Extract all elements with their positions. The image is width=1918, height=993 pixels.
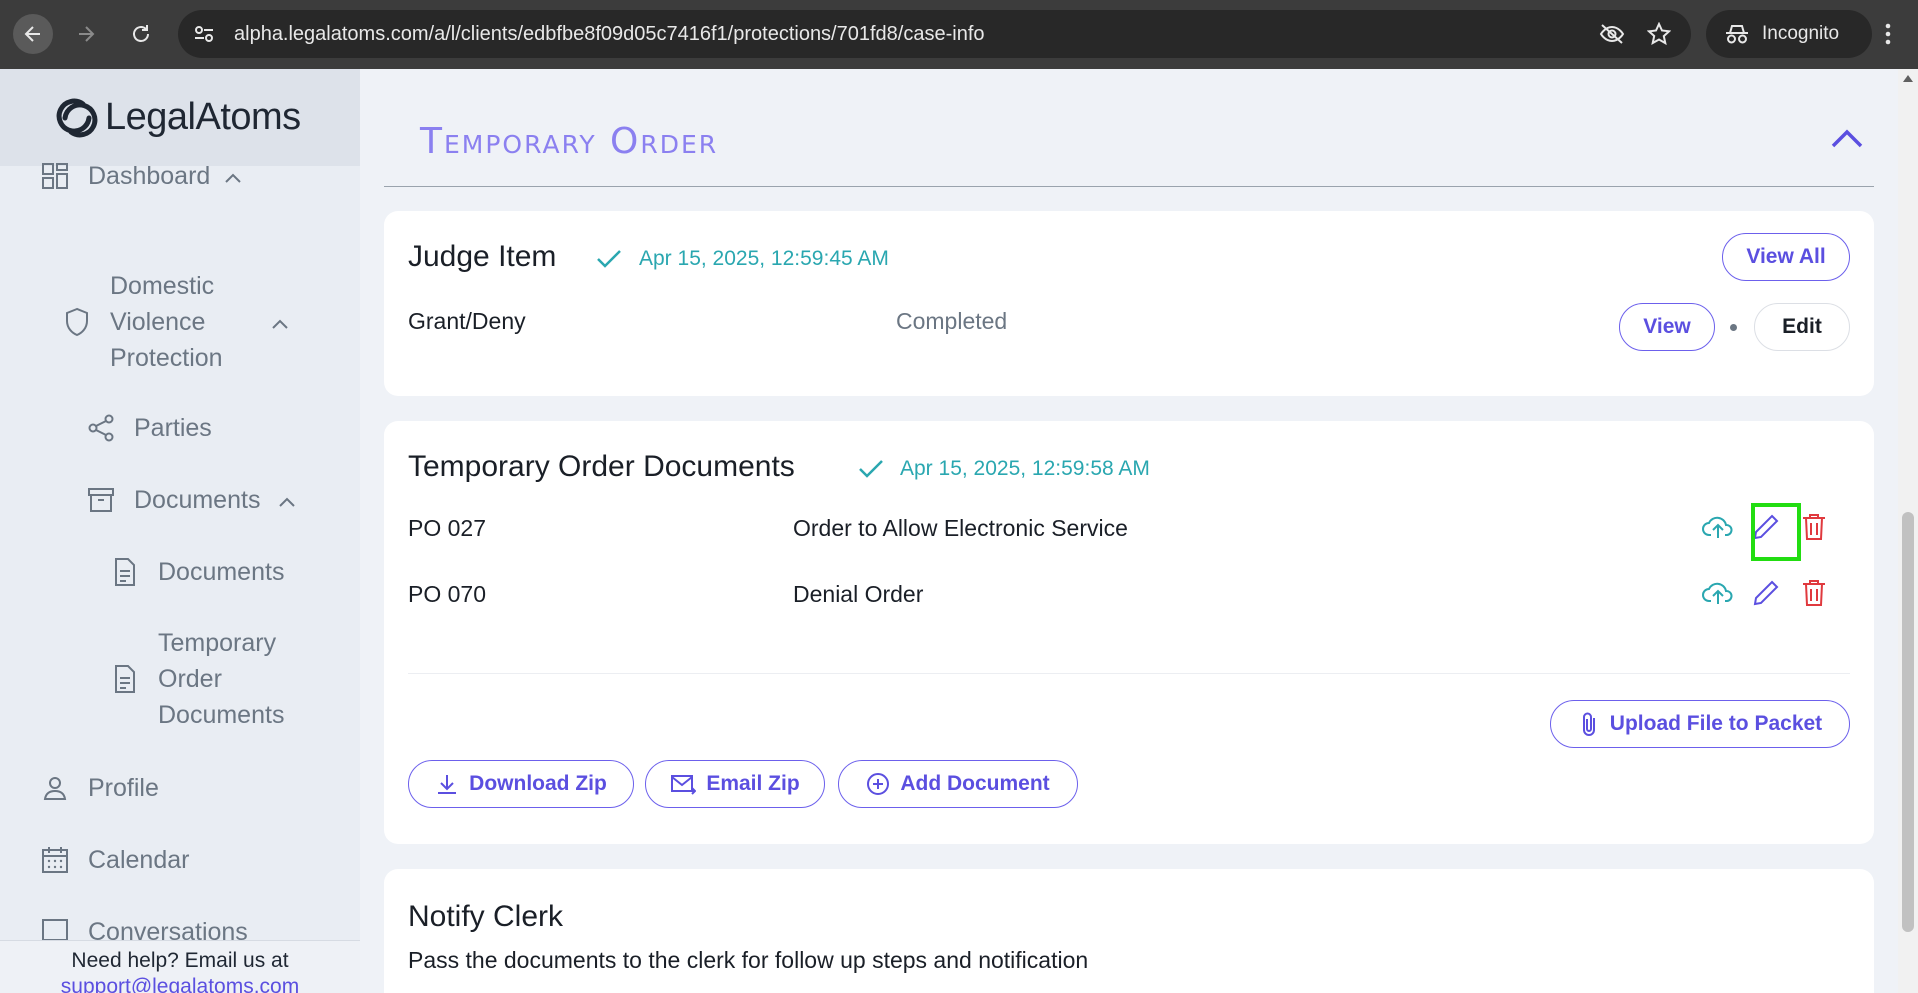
download-icon [438,775,457,794]
sidebar-item-label: Parties [134,413,212,442]
judge-item-timestamp: Apr 15, 2025, 12:59:45 AM [639,247,889,270]
sidebar-item-domestic-violence-protection[interactable]: Domestic Violence Protection [62,268,289,376]
sidebar-item-label: Domestic Violence Protection [110,272,223,372]
shield-icon [62,307,92,337]
back-button[interactable] [13,14,53,54]
chevron-up-icon[interactable] [278,486,296,515]
reload-icon [133,25,149,42]
scrollbar[interactable] [1898,69,1918,993]
upload-file-to-packet-button[interactable]: Upload File to Packet [1550,700,1850,748]
logo[interactable]: LegalAtoms [0,69,360,166]
legalatoms-logo-icon [56,98,98,137]
sidebar-item-profile[interactable]: Profile [40,773,159,803]
browser-menu-button[interactable] [1876,14,1900,54]
eye-off-icon[interactable] [1599,23,1625,50]
section-collapse-button[interactable] [1830,127,1864,154]
view-button[interactable]: View [1619,303,1715,351]
section-divider [384,186,1874,187]
document-name[interactable]: Order to Allow Electronic Service [793,515,1128,542]
temporary-order-documents-card: Temporary Order Documents Apr 15, 2025, … [384,421,1874,844]
document-name[interactable]: Denial Order [793,581,923,608]
incognito-label: Incognito [1762,23,1840,44]
sidebar-item-label: Documents [134,485,261,514]
more-vertical-icon [1885,23,1891,45]
star-icon[interactable] [1646,21,1672,51]
plus-circle-icon [867,773,890,795]
notify-clerk-description: Pass the documents to the clerk for foll… [408,947,1089,973]
sidebar-item-label: Documents [158,557,285,586]
calendar-icon [40,845,70,875]
archive-icon [86,485,116,515]
email-zip-button[interactable]: Email Zip [645,760,825,808]
arrow-left-icon [24,26,40,42]
help-text: Need help? Email us at [71,949,289,972]
cloud-upload-icon[interactable] [1702,577,1734,609]
grid-icon [40,161,70,191]
sidebar-item-label: Dashboard [88,161,211,190]
arrow-right-icon [79,26,95,42]
logo-text: LegalAtoms [105,96,301,138]
temporary-order-documents-title: Temporary Order Documents [408,450,795,483]
sidebar-item-label: Calendar [88,845,190,874]
sidebar-item-calendar[interactable]: Calendar [40,845,189,875]
divider [408,673,1850,674]
forward-button[interactable] [66,14,106,54]
notify-clerk-card: Notify Clerk Pass the documents to the c… [384,869,1874,993]
user-icon [40,773,70,803]
sidebar-item-dashboard[interactable]: Dashboard [40,161,242,191]
support-email-link[interactable]: support@legalatoms.com [0,975,360,993]
check-icon [597,250,621,268]
trash-icon[interactable] [1798,511,1830,543]
cloud-upload-icon[interactable] [1702,511,1734,543]
sidebar-item-documents-group[interactable]: Documents [86,485,296,515]
scroll-thumb[interactable] [1902,512,1914,932]
document-code: PO 070 [408,581,486,607]
check-icon [859,460,883,478]
add-document-button[interactable]: Add Document [838,760,1078,808]
sidebar: LegalAtoms Dashboard Domestic Violence P… [0,69,360,993]
reload-button[interactable] [121,14,161,54]
download-zip-button[interactable]: Download Zip [408,760,634,808]
chevron-up-icon [1831,129,1863,148]
sidebar-item-label: Profile [88,773,159,802]
trash-icon[interactable] [1798,577,1830,609]
notify-clerk-title: Notify Clerk [408,900,564,933]
incognito-indicator[interactable]: Incognito [1706,10,1872,58]
chevron-up-icon[interactable] [224,162,242,191]
judge-row-status: Completed [896,308,1008,334]
help-footer: Need help? Email us at support@legalatom… [0,940,360,993]
sidebar-item-label: Temporary Order Documents [158,629,285,729]
chevron-up-icon[interactable] [271,308,289,337]
mail-icon [671,775,697,795]
scroll-up-arrow[interactable] [1903,75,1913,82]
view-all-button[interactable]: View All [1722,233,1850,281]
judge-item-title: Judge Item [408,240,557,273]
incognito-icon [1726,25,1748,44]
site-info-icon[interactable] [192,22,216,51]
separator-dot [1730,324,1737,331]
edit-button[interactable]: Edit [1754,303,1850,351]
sidebar-item-temporary-order-documents[interactable]: Temporary Order Documents [110,625,284,733]
judge-row-label: Grant/Deny [408,308,526,334]
address-bar[interactable]: alpha.legalatoms.com/a/l/clients/edbfbe8… [178,10,1691,58]
file-text-icon [110,664,140,694]
url-text[interactable]: alpha.legalatoms.com/a/l/clients/edbfbe8… [234,23,985,46]
section-title: Temporary Order [420,121,719,162]
paperclip-icon [1582,712,1595,736]
highlight-box [1751,503,1801,561]
pencil-icon[interactable] [1750,577,1782,609]
documents-timestamp: Apr 15, 2025, 12:59:58 AM [900,457,1150,480]
sidebar-item-documents[interactable]: Documents [110,557,284,587]
share-icon [86,413,116,443]
file-text-icon [110,557,140,587]
document-code: PO 027 [408,515,486,541]
judge-item-card: Judge Item Apr 15, 2025, 12:59:45 AM Vie… [384,211,1874,396]
browser-toolbar: alpha.legalatoms.com/a/l/clients/edbfbe8… [0,0,1918,69]
sidebar-item-parties[interactable]: Parties [86,413,212,443]
